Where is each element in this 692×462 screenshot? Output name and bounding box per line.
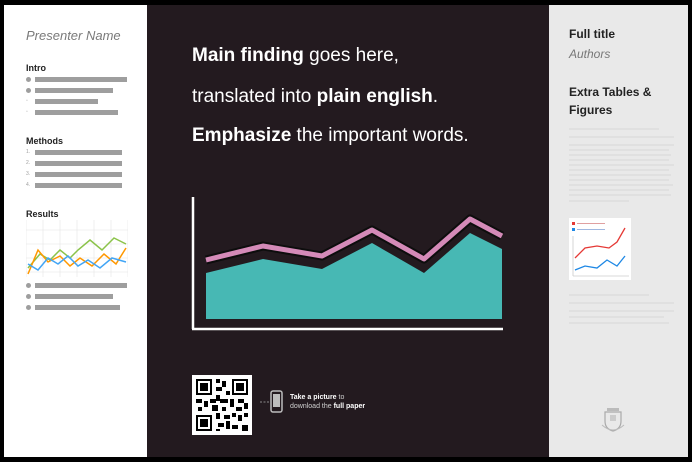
methods-item: 3. <box>26 170 122 178</box>
cta-text: Take a picture to download the full pape… <box>290 394 366 410</box>
extra-table-thumbnail-2 <box>569 294 674 324</box>
methods-title: Methods <box>26 136 63 146</box>
intro-bullet: ▫ <box>26 108 118 116</box>
extra-tables-heading: Extra Tables & Figures <box>569 85 652 117</box>
intro-bullet <box>26 75 127 83</box>
center-panel: Main finding goes here, translated into … <box>147 5 549 457</box>
methods-item: 4. <box>26 181 122 189</box>
headline-line-1: Main finding goes here, <box>192 45 399 66</box>
authors: Authors <box>569 47 611 61</box>
presenter-name: Presenter Name <box>26 28 121 43</box>
results-mini-chart <box>26 220 128 277</box>
results-bullet <box>26 292 113 300</box>
full-title: Full title <box>569 27 615 41</box>
main-area-chart <box>191 197 505 331</box>
left-panel: Presenter Name Intro ▫ ▫ Methods 1. 2. 3… <box>4 5 147 457</box>
extra-table-thumbnail <box>569 128 674 202</box>
extra-figure-thumbnail <box>569 218 631 280</box>
results-bullet <box>26 303 120 311</box>
results-bullet <box>26 281 127 289</box>
intro-bullet: ▫ <box>26 97 98 105</box>
headline-line-3: Emphasize the important words. <box>192 125 469 146</box>
right-panel: Full title Authors Extra Tables & Figure… <box>549 5 688 457</box>
intro-bullet <box>26 86 113 94</box>
methods-item: 1. <box>26 148 122 156</box>
poster: Presenter Name Intro ▫ ▫ Methods 1. 2. 3… <box>4 5 688 457</box>
intro-title: Intro <box>26 63 46 73</box>
university-seal-icon <box>601 408 625 432</box>
results-title: Results <box>26 209 59 219</box>
qr-code-icon[interactable] <box>192 375 252 435</box>
methods-item: 2. <box>26 159 122 167</box>
headline-line-2: translated into plain english. <box>192 86 439 107</box>
take-picture-cta: Take a picture to download the full pape… <box>260 389 365 415</box>
phone-icon <box>260 390 283 413</box>
